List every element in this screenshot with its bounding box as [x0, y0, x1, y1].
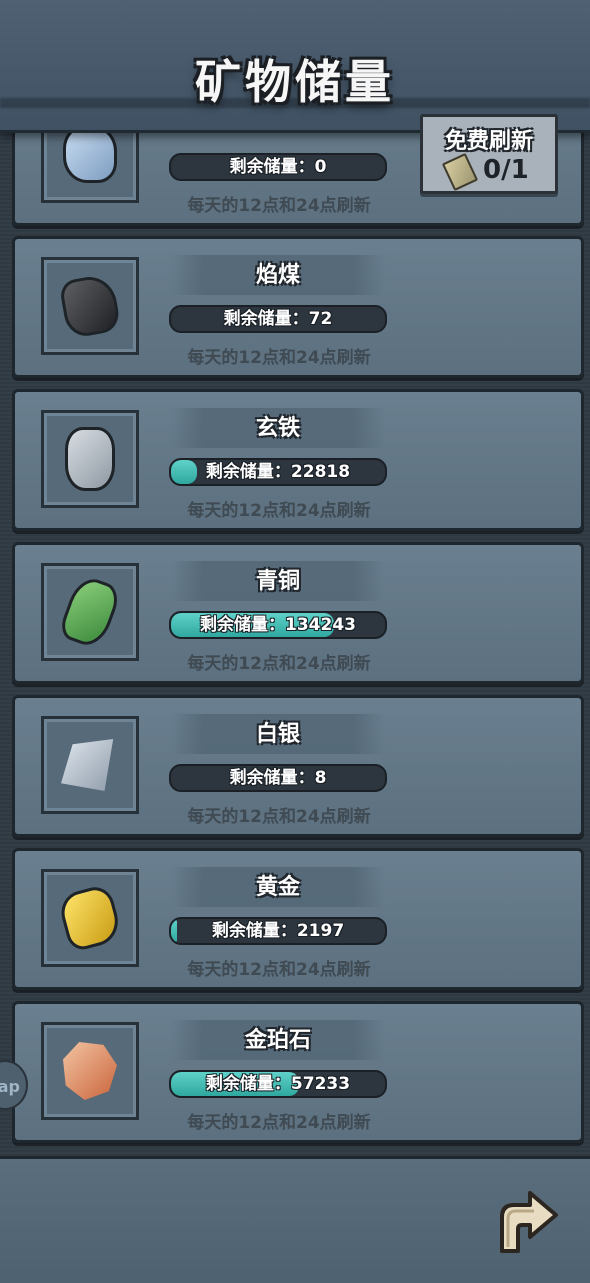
stock-bar: 剩余储量：2197 [169, 917, 387, 945]
iron-ore-icon [65, 427, 115, 491]
bronze-ore-icon [57, 573, 123, 651]
stock-label: 剩余储量：0 [229, 157, 327, 177]
stock-label: 剩余储量：22818 [205, 462, 351, 482]
stock-label: 剩余储量：8 [229, 768, 327, 788]
stock-bar: 剩余储量：0 [169, 153, 387, 181]
free-refresh-label: 免费刷新 [444, 129, 533, 154]
mineral-card-4[interactable]: 白银 剩余储量：8 每天的12点和24点刷新 [12, 695, 584, 837]
mineral-slot [41, 563, 139, 661]
mineral-slot [41, 716, 139, 814]
mineral-slot [41, 257, 139, 355]
refresh-note: 每天的12点和24点刷新 [187, 196, 371, 216]
stock-bar: 剩余储量：8 [169, 764, 387, 792]
stock-label: 剩余储量：72 [223, 309, 333, 329]
mineral-card-6[interactable]: 金珀石 剩余储量：57233 每天的12点和24点刷新 [12, 1001, 584, 1143]
mineral-slot [41, 869, 139, 967]
refresh-note: 每天的12点和24点刷新 [187, 960, 371, 980]
silver-ore-icon [61, 739, 114, 791]
mineral-name: 白银 [255, 722, 300, 747]
back-arrow-icon [500, 1191, 558, 1253]
stock-bar: 剩余储量：22818 [169, 458, 387, 486]
stock-label: 剩余储量：134243 [200, 615, 356, 635]
mineral-card-1[interactable]: 焰煤 剩余储量：72 每天的12点和24点刷新 [12, 236, 584, 378]
mineral-name: 金珀石 [244, 1028, 311, 1053]
amber-stone-icon [63, 1042, 117, 1100]
refresh-note: 每天的12点和24点刷新 [187, 807, 371, 827]
footer-bar [0, 1156, 590, 1283]
mineral-card-5[interactable]: 黄金 剩余储量：2197 每天的12点和24点刷新 [12, 848, 584, 990]
mineral-card-2[interactable]: 玄铁 剩余储量：22818 每天的12点和24点刷新 [12, 389, 584, 531]
coal-icon [58, 272, 122, 340]
mineral-name: 黄金 [255, 875, 300, 900]
gold-ore-icon [56, 883, 124, 953]
mineral-name: 青铜 [255, 569, 300, 594]
back-button[interactable] [494, 1187, 560, 1257]
blue-ore-icon [63, 125, 117, 183]
refresh-note: 每天的12点和24点刷新 [187, 348, 371, 368]
free-refresh-count: 0/1 [483, 155, 529, 185]
stock-bar: 剩余储量：72 [169, 305, 387, 333]
mineral-name: 焰煤 [255, 263, 300, 288]
mineral-card-3[interactable]: 青铜 剩余储量：134243 每天的12点和24点刷新 [12, 542, 584, 684]
mineral-slot [41, 1022, 139, 1120]
refresh-note: 每天的12点和24点刷新 [187, 501, 371, 521]
stock-bar: 剩余储量：134243 [169, 611, 387, 639]
ticket-icon [441, 152, 479, 192]
mineral-name: 玄铁 [255, 416, 300, 441]
stock-bar: 剩余储量：57233 [169, 1070, 387, 1098]
page-title: 矿物储量 [195, 57, 395, 108]
free-refresh-button[interactable]: 免费刷新 0/1 [420, 114, 558, 194]
refresh-note: 每天的12点和24点刷新 [187, 1113, 371, 1133]
mineral-slot [41, 410, 139, 508]
stock-label: 剩余储量：2197 [211, 921, 345, 941]
stock-label: 剩余储量：57233 [205, 1074, 351, 1094]
refresh-note: 每天的12点和24点刷新 [187, 654, 371, 674]
